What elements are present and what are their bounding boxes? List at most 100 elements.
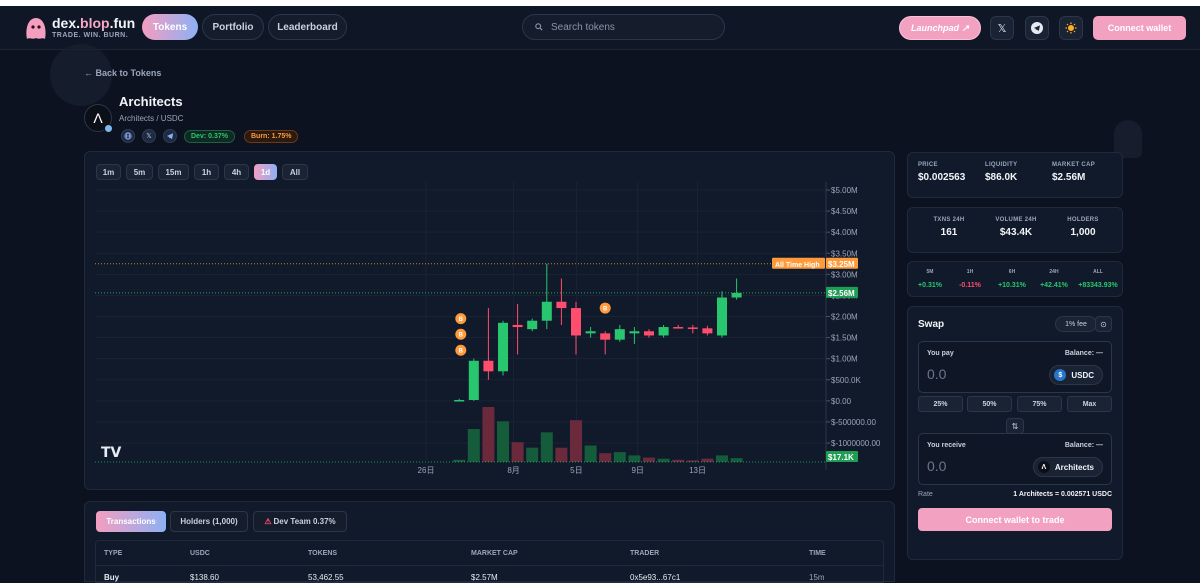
col-time: TIME (809, 550, 826, 557)
row-mcap: $2.57M (471, 573, 498, 582)
volume-bar (730, 458, 743, 462)
back-to-tokens-link[interactable]: ← Back to Tokens (84, 68, 161, 78)
token-pair: Architects / USDC (119, 114, 184, 123)
change-all-label: ALL (1093, 269, 1103, 275)
change-1h-value: -0.11% (959, 282, 981, 289)
change-6h-value: +10.31% (998, 282, 1026, 289)
usdc-icon: $ (1054, 369, 1067, 381)
volume-bar (555, 447, 568, 462)
swap-settings-button[interactable]: ⊙ (1095, 316, 1112, 332)
rate-value: 1 Architects = 0.002571 USDC (1013, 491, 1112, 498)
swap-direction-button[interactable]: ⇅ (1006, 418, 1024, 434)
stat-price-value: $0.002563 (918, 172, 966, 183)
fee-badge: 1% fee (1055, 316, 1097, 332)
swap-arrows-icon: ⇅ (1011, 421, 1019, 431)
nav-leaderboard[interactable]: Leaderboard (268, 14, 347, 40)
receive-amount-input[interactable] (927, 458, 1027, 474)
trade-marker-label: B (459, 333, 464, 339)
volume-tag: $17.1K (828, 453, 854, 462)
globe-icon[interactable] (121, 129, 135, 143)
x-tick-label: 5日 (570, 466, 582, 475)
change-24h-value: +42.41% (1040, 282, 1068, 289)
token-x-icon[interactable]: 𝕏 (142, 129, 156, 143)
nav-tokens[interactable]: Tokens (142, 14, 198, 40)
price-chart[interactable]: $5.00M$4.50M$4.00M$3.50M$3.00M$2.50M$2.0… (85, 152, 896, 491)
telegram-button[interactable] (1025, 16, 1049, 40)
telegram-icon (1031, 22, 1043, 34)
volume-bar (570, 420, 582, 462)
row-usdc: $138.60 (190, 573, 219, 582)
top-nav: dex.blop.fun TRADE. WIN. BURN. Tokens Po… (0, 6, 1200, 50)
stat-txns-label: TXNS 24H (933, 217, 965, 223)
token-name: Architects (119, 94, 183, 109)
col-usdc: USDC (190, 550, 210, 557)
trade-marker-label: B (459, 317, 464, 323)
candle-body (731, 292, 742, 298)
candle-body (600, 333, 611, 340)
pay-amount-input[interactable] (927, 366, 1027, 382)
connect-wallet-to-trade-button[interactable]: Connect wallet to trade (918, 508, 1112, 531)
search-input[interactable] (551, 21, 711, 33)
brand-tld: .fun (109, 15, 136, 31)
row-trader[interactable]: 0x5e93...67c1 (630, 573, 680, 582)
stat-txns-value: 161 (940, 227, 958, 238)
stat-price: PRICE $0.002563 (918, 162, 965, 183)
brand-accent: blop (80, 15, 110, 31)
percent-75-button[interactable]: 75% (1017, 396, 1062, 412)
receive-token-select[interactable]: Λ Architects (1032, 457, 1103, 477)
candle-body (454, 399, 465, 402)
connect-wallet-button[interactable]: Connect wallet (1093, 16, 1186, 40)
search-bar[interactable] (522, 14, 725, 40)
candle-body (468, 360, 479, 400)
token-telegram-icon[interactable] (163, 129, 177, 143)
x-icon: 𝕏 (146, 133, 152, 140)
y-tick-label: $3.00M (831, 270, 858, 279)
y-tick-label: $3.50M (831, 249, 858, 258)
theme-toggle-button[interactable] (1059, 16, 1083, 40)
stats-card-activity: TXNS 24H 161 VOLUME 24H $43.4K HOLDERS 1,00… (907, 207, 1123, 253)
percent-50-button[interactable]: 50% (967, 396, 1012, 412)
blop-logo-icon[interactable] (24, 15, 48, 41)
stat-liquidity: LIQUIDITY $86.0K (985, 162, 1017, 183)
pay-token-select[interactable]: $ USDC (1049, 365, 1103, 385)
receive-box: You receive Balance: — Λ Architects (918, 433, 1112, 485)
volume-bar (716, 455, 728, 462)
change-24h-label: 24H (1049, 269, 1059, 275)
launchpad-button[interactable]: Launchpad ↗ (899, 16, 981, 40)
pay-balance: Balance: — (1064, 350, 1103, 357)
tab-transactions[interactable]: Transactions (96, 511, 166, 532)
architects-token-icon: Λ (1037, 461, 1050, 473)
brand-tagline: TRADE. WIN. BURN. (52, 32, 129, 39)
stat-holders-label: HOLDERS (1067, 217, 1099, 223)
stat-holders-value: 1,000 (1070, 227, 1096, 238)
nav-portfolio[interactable]: Portfolio (202, 14, 264, 40)
swap-title: Swap (918, 319, 945, 330)
tab-dev-team-label: Dev Team 0.37% (273, 517, 336, 526)
volume-bar (540, 432, 553, 462)
change-5m-value: +0.31% (918, 282, 942, 289)
percent-25-button[interactable]: 25% (918, 396, 963, 412)
candle-body (585, 331, 596, 334)
tab-dev-team[interactable]: ⚠ Dev Team 0.37% (253, 511, 347, 532)
search-icon (535, 23, 543, 31)
percent-max-button[interactable]: Max (1067, 396, 1112, 412)
tradingview-logo-icon: TV (101, 445, 122, 461)
tab-holders[interactable]: Holders (1,000) (170, 511, 248, 532)
stats-card-price: PRICE $0.002563 LIQUIDITY $86.0K MARKET CA… (907, 152, 1123, 198)
brand[interactable]: dex.blop.fun TRADE. WIN. BURN. (52, 15, 135, 39)
col-type: TYPE (104, 550, 123, 557)
col-market-cap: MARKET CAP (471, 550, 518, 557)
brand-name: dex. (52, 15, 81, 31)
volume-bar (511, 442, 524, 462)
x-tick-label: 8月 (507, 466, 519, 475)
you-receive-label: You receive (927, 442, 966, 449)
receive-token-label: Architects (1054, 462, 1094, 472)
change-5m: 5M +0.31% (912, 269, 948, 289)
stat-txns: TXNS 24H 161 (918, 217, 980, 238)
row-type: Buy (104, 573, 120, 582)
trade-marker-label: B (459, 349, 464, 355)
burn-badge: Burn: 1.75% (244, 130, 299, 143)
x-social-button[interactable]: 𝕏 (990, 16, 1014, 40)
row-tokens: 53,462.55 (308, 573, 344, 582)
ath-value-tag: $3.25M (828, 260, 855, 269)
